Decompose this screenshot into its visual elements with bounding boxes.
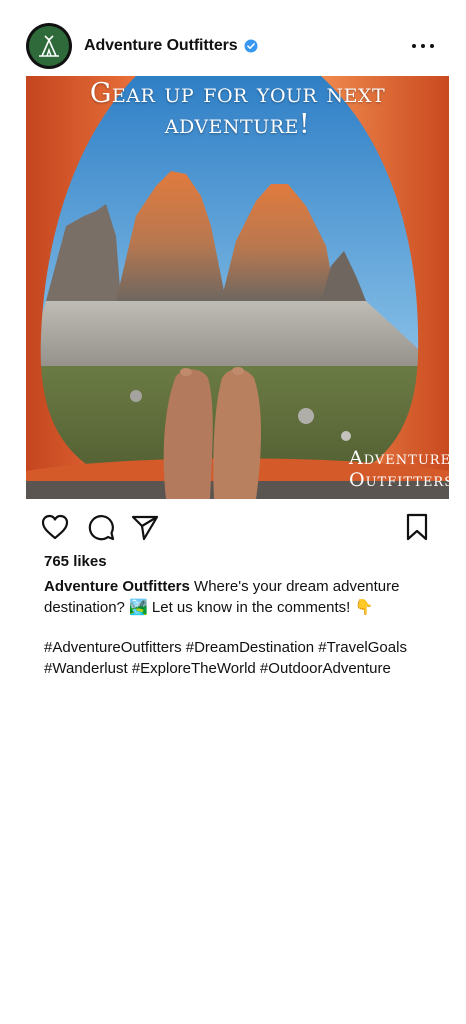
- likes-count[interactable]: 765 likes: [44, 553, 107, 570]
- image-headline: Gear up for your next adventure!: [89, 78, 386, 140]
- watermark-line-1: Adventure: [349, 447, 449, 469]
- send-icon[interactable]: [130, 512, 160, 542]
- hashtags[interactable]: #AdventureOutfitters #DreamDestination #…: [44, 637, 444, 679]
- caption: Adventure Outfitters Where's your dream …: [44, 576, 444, 618]
- tent-logo-icon: [29, 26, 69, 66]
- more-options-icon[interactable]: [412, 36, 434, 56]
- action-bar: [40, 510, 432, 544]
- username[interactable]: Adventure Outfitters: [84, 37, 238, 55]
- image-watermark: Adventure Outfitters: [349, 447, 449, 491]
- comment-icon[interactable]: [86, 512, 116, 542]
- bookmark-icon[interactable]: [402, 512, 432, 542]
- post-header: Adventure Outfitters: [26, 22, 440, 70]
- post-image[interactable]: Gear up for your next adventure! Adventu…: [26, 76, 449, 499]
- caption-username[interactable]: Adventure Outfitters: [44, 578, 190, 595]
- avatar[interactable]: [26, 23, 72, 69]
- verified-badge-icon: [244, 39, 258, 53]
- heart-icon[interactable]: [40, 512, 70, 542]
- watermark-line-2: Outfitters: [349, 469, 449, 491]
